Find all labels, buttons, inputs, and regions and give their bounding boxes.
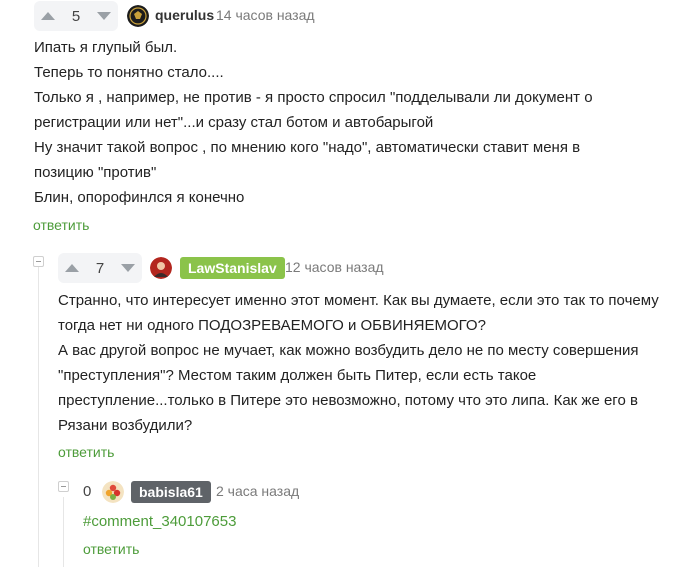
comment-line: "преступления"? Местом таким должен быть… <box>58 367 537 384</box>
comment-line: тогда нет ни одного ПОДОЗРЕВАЕМОГО и ОБВ… <box>58 317 486 334</box>
avatar-floral-icon[interactable] <box>102 481 124 503</box>
comment-line: регистрации или нет"...и сразу стал бото… <box>34 114 434 131</box>
thread-line <box>63 497 64 567</box>
username-badge[interactable]: babisla61 <box>131 481 211 503</box>
arrow-up-icon <box>65 264 79 272</box>
rating-count: 5 <box>71 7 81 25</box>
comment-line: Блин, опорофинлся я конечно <box>34 189 245 206</box>
comment-line: А вас другой вопрос не мучает, как можно… <box>58 342 639 359</box>
downvote-button[interactable] <box>114 253 142 283</box>
rating-count: 0 <box>83 483 92 500</box>
comment-line: Странно, что интересует именно этот моме… <box>58 292 659 309</box>
comment-line: Ну значит такой вопрос , по мнению кого … <box>34 139 581 156</box>
comment-line: Ипать я глупый был. <box>34 39 178 56</box>
reply-link[interactable]: ответить <box>58 444 114 460</box>
arrow-down-icon <box>121 264 135 272</box>
vote-widget: 5 <box>34 1 118 31</box>
reply-link[interactable]: ответить <box>33 217 89 233</box>
upvote-button[interactable] <box>58 253 86 283</box>
comment-line: Рязани возбудили? <box>58 417 193 434</box>
comment-line: преступление...только в Питере это невоз… <box>58 392 638 409</box>
comment-anchor-link[interactable]: #comment_340107653 <box>83 513 236 530</box>
comment-line: Теперь то понятно стало.... <box>34 64 224 81</box>
downvote-button[interactable] <box>90 1 118 31</box>
collapse-thread-button[interactable] <box>33 256 44 267</box>
username[interactable]: querulus <box>155 7 214 23</box>
avatar-red-portrait-icon[interactable] <box>150 257 172 279</box>
rating-count: 7 <box>95 259 105 277</box>
avatar-dark-emblem-icon[interactable] <box>127 5 149 27</box>
thread-line <box>38 262 39 567</box>
timestamp[interactable]: 14 часов назад <box>216 7 315 23</box>
comment-line: позицию "против" <box>34 164 157 181</box>
username-badge[interactable]: LawStanislav <box>180 257 285 279</box>
comment-body: Ипать я глупый был. Теперь то понятно ст… <box>34 35 593 210</box>
comment-line: Только я , например, не против - я прост… <box>34 89 593 106</box>
timestamp[interactable]: 12 часов назад <box>285 259 384 275</box>
arrow-down-icon <box>97 12 111 20</box>
arrow-up-icon <box>41 12 55 20</box>
upvote-button[interactable] <box>34 1 62 31</box>
collapse-thread-button[interactable] <box>58 481 69 492</box>
comment-body: Странно, что интересует именно этот моме… <box>58 288 659 438</box>
reply-link[interactable]: ответить <box>83 541 139 557</box>
timestamp[interactable]: 2 часа назад <box>216 483 299 499</box>
vote-widget: 7 <box>58 253 142 283</box>
